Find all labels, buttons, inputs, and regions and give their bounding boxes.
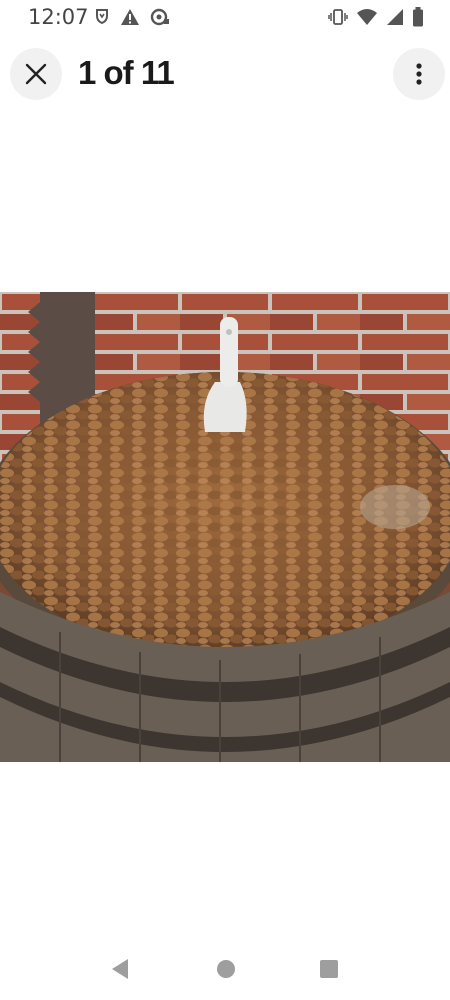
viewer-top-bar: 1 of 11 [0, 46, 450, 104]
image-counter: 1 of 11 [78, 54, 175, 91]
system-nav-bar [0, 940, 450, 1000]
cell-signal-icon [387, 9, 403, 25]
sync-icon [150, 8, 169, 26]
close-button[interactable] [10, 48, 62, 100]
status-time: 12:07 [28, 5, 89, 29]
more-vert-icon [416, 63, 422, 85]
vibrate-icon [328, 9, 348, 25]
close-icon [25, 63, 47, 85]
more-options-button[interactable] [393, 48, 445, 100]
battery-icon [413, 7, 423, 27]
shield-icon [96, 9, 108, 24]
recents-icon[interactable] [319, 959, 339, 979]
photo-illustration [0, 292, 450, 762]
listing-photo[interactable] [0, 292, 450, 762]
wifi-icon [357, 9, 377, 25]
home-icon[interactable] [216, 959, 236, 979]
status-system-icons [328, 7, 424, 27]
warning-icon [121, 9, 139, 25]
status-notification-icons [94, 8, 170, 26]
back-icon[interactable] [110, 958, 130, 980]
status-bar: 12:07 [0, 0, 450, 34]
